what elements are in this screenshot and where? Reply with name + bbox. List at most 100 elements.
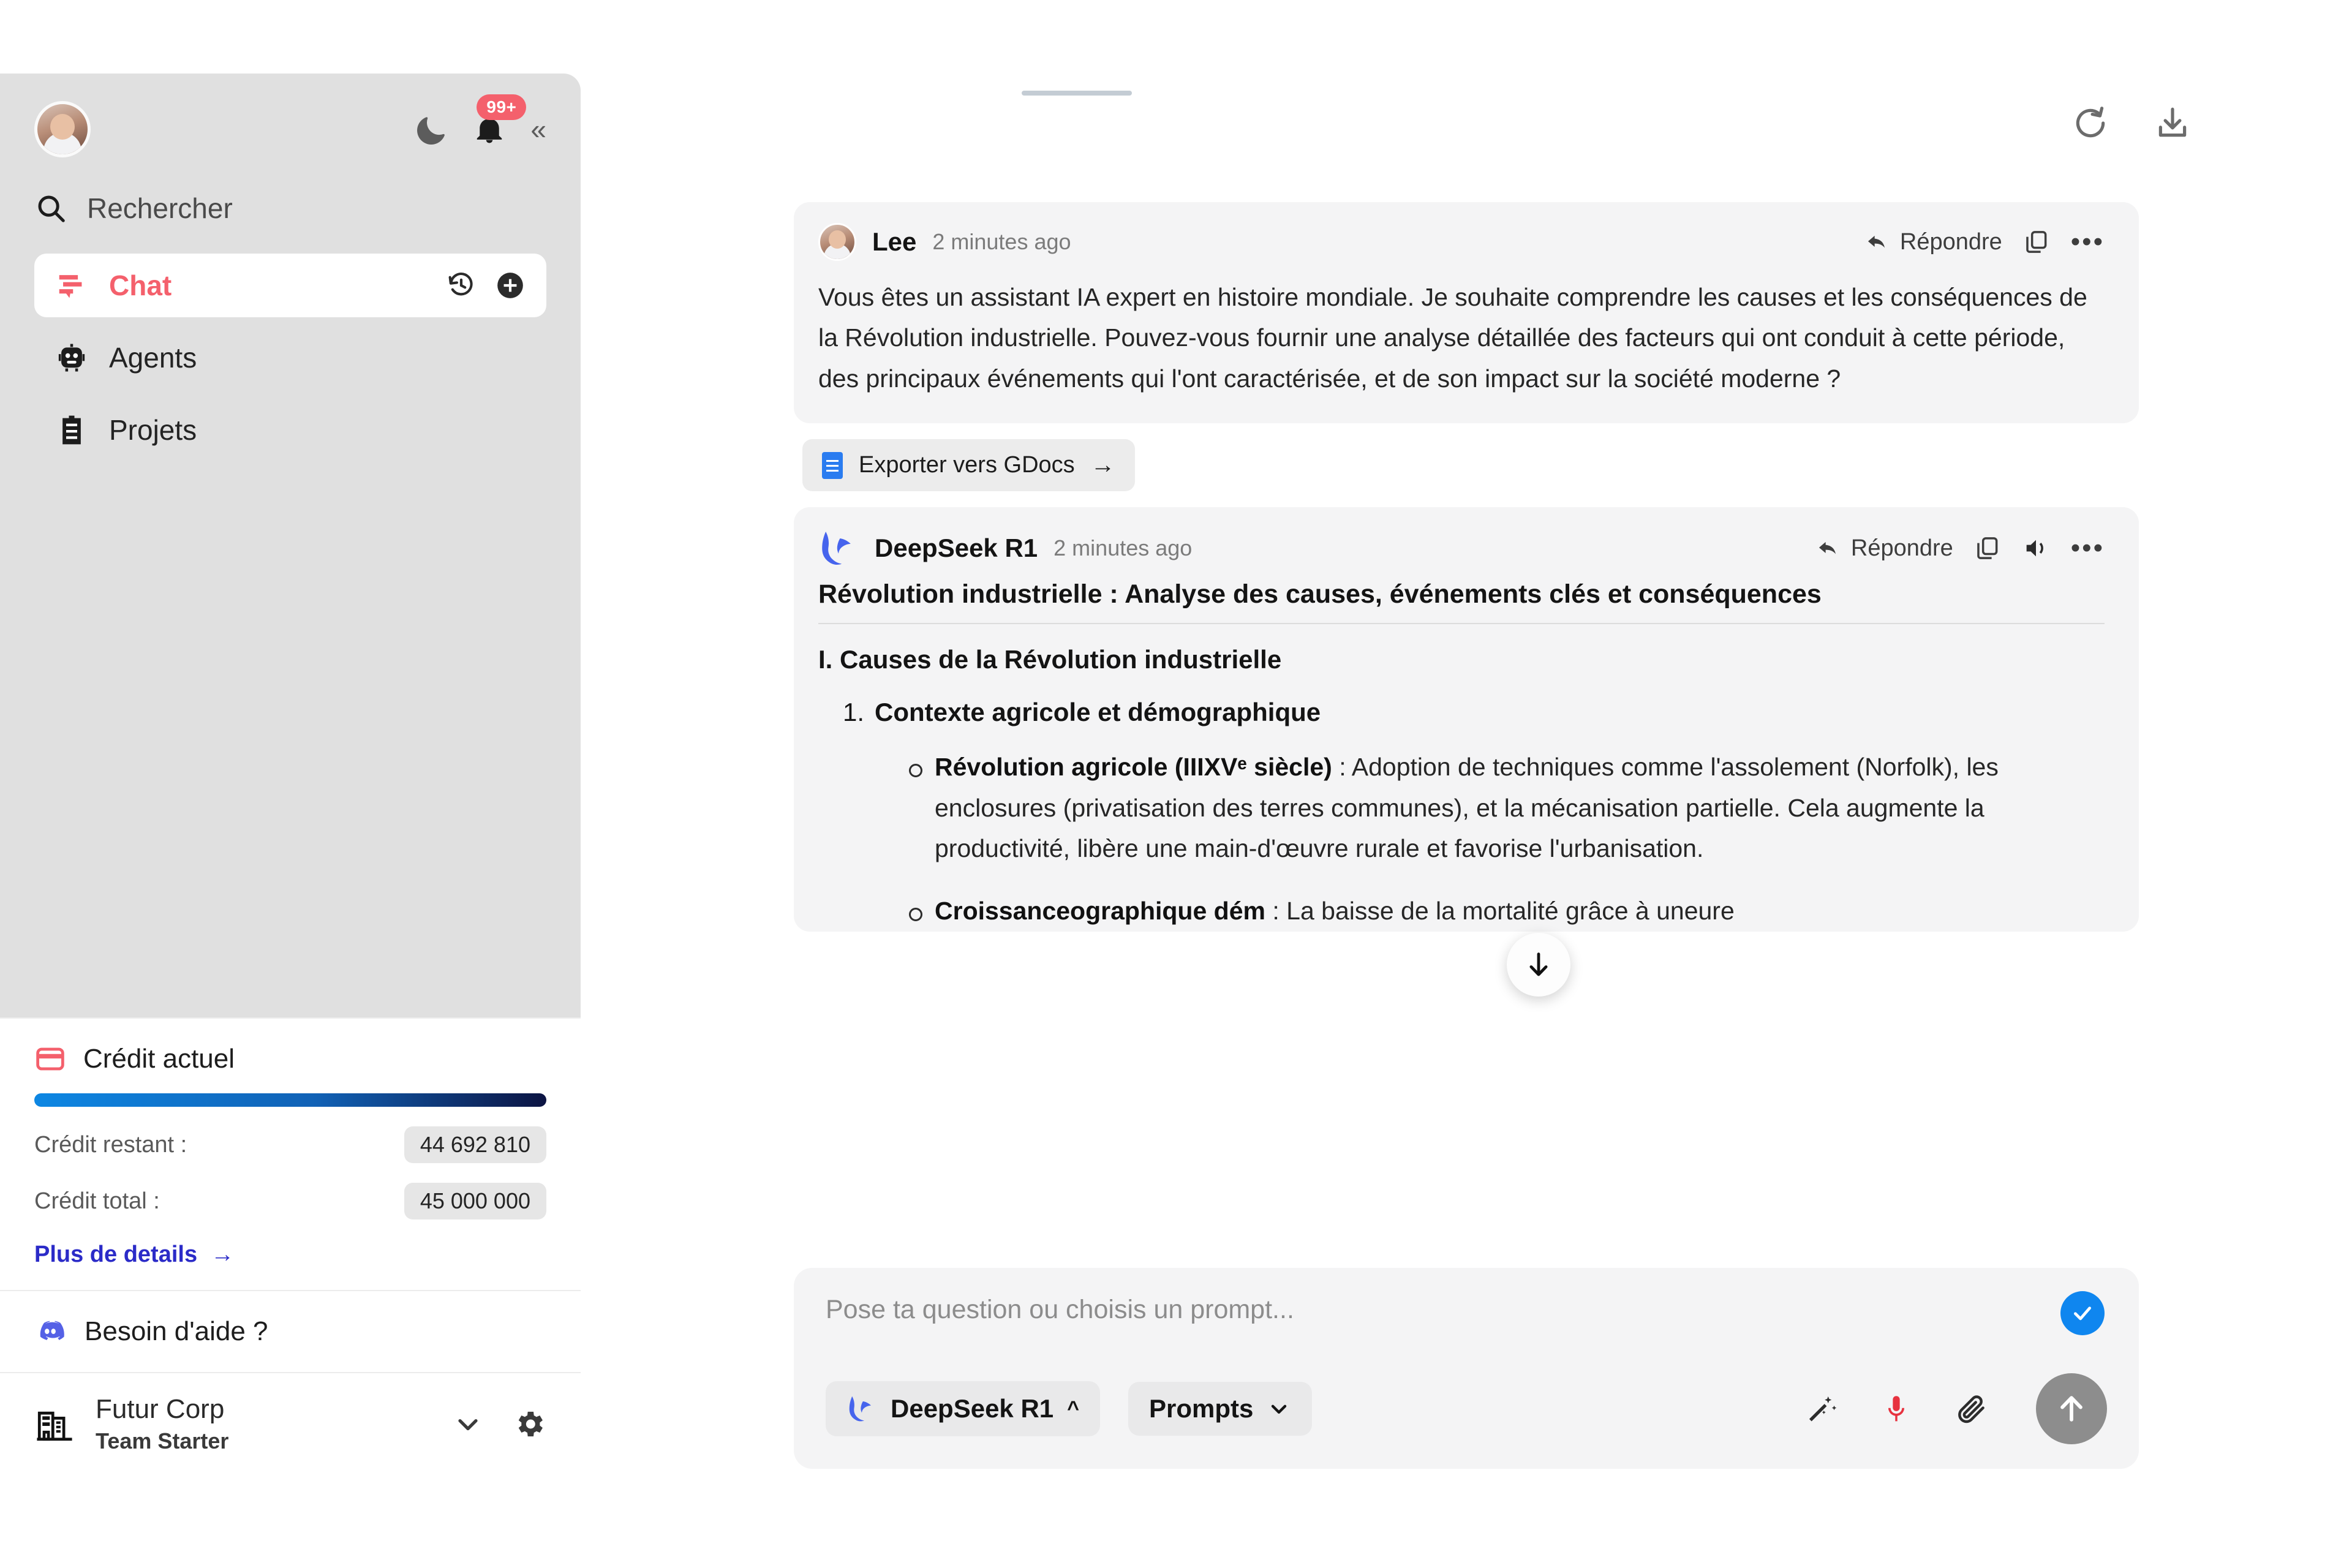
- message-author: DeepSeek R1: [875, 533, 1038, 563]
- model-selector[interactable]: DeepSeek R1 ^: [826, 1381, 1101, 1436]
- answer-list-item: Contexte agricole et démographique: [818, 698, 2105, 727]
- credit-remaining-value: 44 692 810: [404, 1126, 546, 1163]
- credit-remaining-label: Crédit restant :: [34, 1131, 187, 1158]
- sidebar-item-agents[interactable]: Agents: [34, 326, 546, 390]
- speaker-icon[interactable]: [2022, 534, 2050, 562]
- sidebar-item-projets-label: Projets: [109, 414, 197, 446]
- message-timestamp: 2 minutes ago: [1054, 535, 1193, 561]
- search-placeholder: Rechercher: [87, 192, 233, 224]
- org-trailing: [452, 1407, 546, 1441]
- arrow-right-icon: →: [1090, 451, 1115, 479]
- chat-trailing-actions: [446, 270, 526, 301]
- deepseek-logo-icon: [849, 1396, 871, 1422]
- chevron-up-icon: ^: [1067, 1396, 1080, 1420]
- answer-title: Révolution industrielle : Analyse des ca…: [818, 579, 2105, 625]
- answer-section-heading: I. Causes de la Révolution industrielle: [818, 645, 1282, 674]
- prompts-selector[interactable]: Prompts: [1128, 1382, 1313, 1436]
- credit-total-row: Crédit total : 45 000 000: [34, 1183, 546, 1219]
- tab-indicator: [1022, 91, 1132, 96]
- sidebar-item-projets[interactable]: Projets: [34, 398, 546, 462]
- send-button[interactable]: [2036, 1373, 2107, 1444]
- composer-tools: [1804, 1373, 2107, 1444]
- avatar[interactable]: [34, 101, 91, 157]
- copy-icon[interactable]: [2023, 228, 2050, 255]
- credit-title: Crédit actuel: [83, 1044, 235, 1074]
- history-icon[interactable]: [446, 270, 477, 301]
- sidebar-item-chat-label: Chat: [109, 270, 172, 301]
- credit-progress-bar: [34, 1093, 546, 1107]
- bullet-lead: Révolution agricole (IIIXVᵉ siècle): [935, 753, 1332, 782]
- sidebar-nav: Chat Agents Projets: [34, 254, 546, 462]
- org-switcher[interactable]: Futur Corp Team Starter: [0, 1372, 581, 1482]
- message-timestamp: 2 minutes ago: [932, 229, 1071, 254]
- prompts-label: Prompts: [1149, 1394, 1254, 1423]
- scroll-to-bottom-button[interactable]: [1507, 933, 1570, 997]
- reply-button[interactable]: Répondre: [1864, 229, 2002, 255]
- reply-button[interactable]: Répondre: [1815, 535, 1953, 562]
- sidebar-item-agents-label: Agents: [109, 342, 197, 374]
- reply-arrow-icon: [1868, 235, 1885, 248]
- arrow-right-icon: →: [211, 1242, 235, 1267]
- send-arrow-up-icon: [2060, 1396, 2082, 1422]
- credit-panel: Crédit actuel Crédit restant : 44 692 81…: [0, 1017, 581, 1290]
- reply-label: Répondre: [1850, 535, 1953, 561]
- theme-toggle-icon[interactable]: [414, 112, 448, 146]
- microphone-icon[interactable]: [1880, 1393, 1912, 1425]
- bullet-rest: : La baisse de la mortalité grâce à uneu…: [1265, 897, 1735, 925]
- chat-scroll-area[interactable]: Lee 2 minutes ago Répondre ••• Vous êtes…: [794, 202, 2139, 1219]
- help-link[interactable]: Besoin d'aide ?: [0, 1290, 581, 1372]
- sidebar-header: 99+ «: [34, 94, 546, 163]
- notifications-bell-icon[interactable]: 99+: [473, 94, 527, 146]
- message-header: DeepSeek R1 2 minutes ago Répondre •••: [818, 528, 2105, 568]
- more-options-icon[interactable]: •••: [2071, 535, 2105, 561]
- search-input[interactable]: Rechercher: [34, 179, 546, 238]
- message-user: Lee 2 minutes ago Répondre ••• Vous êtes…: [794, 202, 2139, 424]
- credit-card-icon: [36, 1047, 64, 1071]
- composer: Pose ta question ou choisis un prompt...…: [794, 1268, 2139, 1469]
- message-input[interactable]: Pose ta question ou choisis un prompt...: [826, 1295, 2107, 1333]
- composer-toolbar: DeepSeek R1 ^ Prompts: [826, 1373, 2107, 1444]
- message-text: Vous êtes un assistant IA expert en hist…: [818, 283, 2087, 393]
- help-label: Besoin d'aide ?: [85, 1316, 268, 1346]
- list-item: Croissanceographique dém : La baisse de …: [909, 891, 2105, 931]
- robot-icon: [58, 344, 85, 372]
- notifications-badge: 99+: [477, 94, 527, 120]
- paperclip-icon[interactable]: [1954, 1392, 1988, 1426]
- credit-remaining-row: Crédit restant : 44 692 810: [34, 1126, 546, 1163]
- org-plan: Team Starter: [96, 1428, 229, 1453]
- avatar: [818, 223, 856, 261]
- download-icon[interactable]: [2154, 104, 2192, 142]
- reply-arrow-icon: [1819, 542, 1836, 554]
- check-icon: [2074, 1306, 2091, 1321]
- model-label: DeepSeek R1: [891, 1394, 1054, 1423]
- collapse-sidebar-icon[interactable]: «: [530, 115, 546, 143]
- status-check-badge[interactable]: [2060, 1291, 2105, 1335]
- deepseek-logo-icon: [822, 532, 851, 565]
- more-options-icon[interactable]: •••: [2071, 228, 2105, 255]
- refresh-icon[interactable]: [2071, 104, 2109, 142]
- org-name: Futur Corp: [96, 1394, 225, 1424]
- chevron-down-icon: [1272, 1404, 1287, 1414]
- main-toolbar: [2071, 104, 2192, 142]
- chevron-down-icon[interactable]: [452, 1408, 484, 1440]
- magic-wand-icon[interactable]: [1804, 1392, 1839, 1426]
- more-details-link[interactable]: Plus de details →: [34, 1242, 546, 1268]
- clipboard-icon: [62, 415, 81, 445]
- message-assistant: DeepSeek R1 2 minutes ago Répondre ••• R…: [794, 507, 2139, 932]
- gear-icon[interactable]: [512, 1407, 546, 1441]
- main-panel: Lee 2 minutes ago Répondre ••• Vous êtes…: [581, 0, 2352, 1568]
- export-to-gdocs-button[interactable]: Exporter vers GDocs →: [802, 439, 1135, 492]
- sidebar-header-icons: 99+ «: [414, 94, 546, 146]
- message-actions: Répondre •••: [1864, 228, 2105, 255]
- message-author: Lee: [872, 227, 917, 256]
- copy-icon[interactable]: [1974, 535, 2001, 562]
- discord-icon: [40, 1321, 64, 1340]
- more-details-label: Plus de details: [34, 1242, 198, 1267]
- bullet-lead: Croissanceographique dém: [935, 897, 1265, 925]
- app-root: 99+ « Rechercher Chat Agents Projets Cré…: [0, 0, 2352, 1568]
- sidebar-item-chat[interactable]: Chat: [34, 254, 546, 317]
- message-actions: Répondre •••: [1815, 534, 2105, 562]
- plus-circle-icon[interactable]: [495, 270, 526, 301]
- chat-icon: [59, 275, 82, 298]
